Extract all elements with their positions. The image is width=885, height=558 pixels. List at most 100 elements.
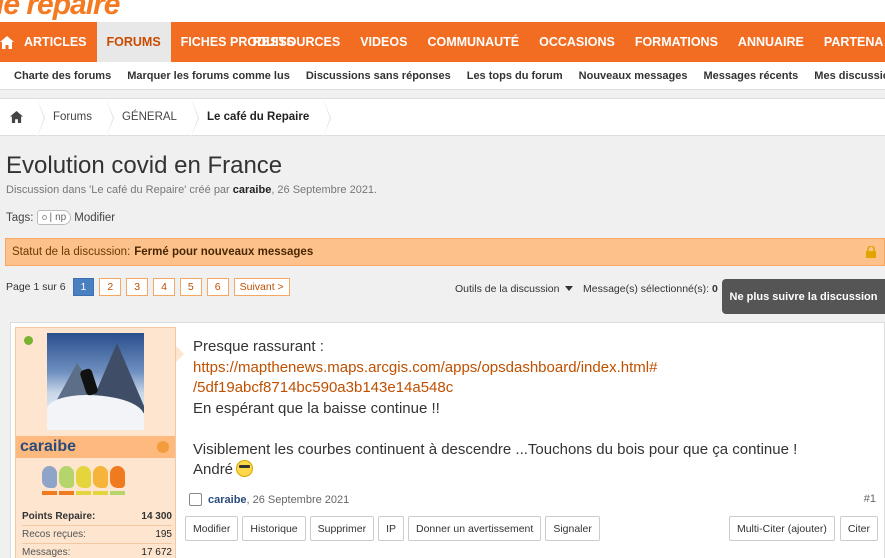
rank-badge (93, 466, 108, 488)
stat-value: 195 (155, 529, 172, 540)
stat-value: 17 672 (141, 547, 172, 558)
unfollow-button[interactable]: Ne plus suivre la discussion (722, 279, 885, 314)
cool-smiley-icon (236, 460, 254, 477)
post-meta: caraibe, 26 Septembre 2021 (189, 493, 349, 506)
nav-communaute[interactable]: COMMUNAUTÉ (417, 22, 529, 62)
sub-nav: Charte des forums Marquer les forums com… (0, 62, 885, 90)
post-permalink[interactable]: #1 (864, 493, 876, 505)
rank-line (93, 491, 108, 495)
page-link-1[interactable]: 1 (72, 278, 95, 296)
page-link-5[interactable]: 5 (179, 278, 202, 296)
rank-badge (59, 466, 74, 488)
breadcrumb-current[interactable]: Le café du Repaire (191, 99, 332, 137)
nav-articles[interactable]: ARTICLES (14, 22, 97, 62)
pagination: Page 1 sur 6 1 2 3 4 5 6 Suivant > (6, 278, 290, 296)
online-status-icon (24, 336, 33, 345)
breadcrumb-home[interactable] (0, 99, 45, 137)
site-logo[interactable]: le repaire (0, 0, 120, 22)
thread-meta: Discussion dans 'Le café du Repaire' cré… (6, 184, 377, 196)
rank-line (59, 491, 74, 495)
quote-button[interactable]: Citer (839, 516, 878, 541)
multi-quote-button[interactable]: Multi-Citer (ajouter) (728, 516, 835, 541)
nav-ressources[interactable]: RESSOURCES (243, 22, 351, 62)
page-link-6[interactable]: 6 (206, 278, 229, 296)
selected-label: Message(s) sélectionné(s): (583, 283, 710, 295)
tag-item[interactable]: | np (36, 210, 72, 225)
page-link-3[interactable]: 3 (126, 278, 149, 296)
rank-badge (110, 466, 125, 488)
stat-recos: Recos reçues: 195 (22, 526, 172, 544)
rank-line (42, 491, 57, 495)
post-signature: André (193, 461, 234, 478)
status-label: Statut de la discussion: (12, 246, 131, 258)
username-bar: caraibe (16, 436, 175, 458)
sub-nav-new-messages[interactable]: Nouveaux messages (571, 70, 696, 82)
edit-button[interactable]: Modifier (185, 516, 239, 541)
tags-label: Tags: (6, 211, 34, 224)
page-title: Evolution covid en France (6, 152, 283, 179)
thread-meta-prefix: Discussion dans 'Le café du Repaire' cré… (6, 184, 233, 196)
stat-label: Recos reçues: (22, 529, 86, 540)
post-body: Presque rassurant : https://mapthenews.m… (193, 337, 873, 481)
selected-count: 0 (712, 283, 718, 295)
status-bar: Statut de la discussion: Fermé pour nouv… (5, 238, 885, 266)
nav-occasions[interactable]: OCCASIONS (529, 22, 625, 62)
stat-messages: Messages: 17 672 (22, 544, 172, 558)
nav-fiches-produits[interactable]: FICHES PRODUITS (171, 22, 295, 62)
post-text-line: Visiblement les courbes continuent à des… (193, 440, 798, 458)
user-stats: Points Repaire: 14 300 Recos reçues: 195… (22, 508, 172, 558)
nav-forums[interactable]: FORUMS (96, 22, 171, 62)
post-author-link[interactable]: caraibe (208, 494, 247, 506)
caret-down-icon (565, 286, 574, 291)
nav-partenaires[interactable]: PARTENA (814, 22, 885, 62)
ip-button[interactable]: IP (378, 516, 404, 541)
post-actions: Modifier Historique Supprimer IP Donner … (185, 516, 600, 541)
history-button[interactable]: Historique (242, 516, 306, 541)
username[interactable]: caraibe (20, 438, 76, 456)
thread-tools-dropdown[interactable]: Outils de la discussion (455, 283, 574, 295)
stat-value: 14 300 (141, 511, 172, 522)
delete-button[interactable]: Supprimer (309, 516, 375, 541)
tag-dot-icon (41, 215, 47, 220)
pagination-label: Page 1 sur 6 (6, 281, 66, 293)
status-value: Fermé pour nouveaux messages (134, 246, 314, 258)
sub-nav-mark-read[interactable]: Marquer les forums comme lus (119, 70, 298, 82)
post-link[interactable]: https://mapthenews.maps.arcgis.com/apps/… (193, 358, 873, 379)
sub-nav-unanswered[interactable]: Discussions sans réponses (298, 70, 459, 82)
tag-value: np (55, 212, 67, 223)
warn-button[interactable]: Donner un avertissement (408, 516, 542, 541)
page-next-button[interactable]: Suivant > (233, 278, 290, 296)
tags-edit-link[interactable]: Modifier (74, 212, 115, 224)
post-actions-right: Multi-Citer (ajouter) Citer (728, 516, 878, 541)
nav-formations[interactable]: FORMATIONS (625, 22, 728, 62)
rank-badges (42, 466, 125, 488)
page-link-2[interactable]: 2 (99, 278, 122, 296)
logo-bar: le repaire (0, 0, 885, 22)
lock-icon (866, 246, 876, 258)
thread-meta-suffix: , 26 Septembre 2021. (271, 184, 378, 196)
nav-home-button[interactable] (0, 22, 14, 62)
nav-videos[interactable]: VIDEOS (350, 22, 417, 62)
report-button[interactable]: Signaler (545, 516, 600, 541)
post-link-continued[interactable]: /5df19abcf8714bc590a3b143e14a548c (193, 378, 873, 399)
post-text-line: Presque rassurant : (193, 338, 324, 355)
rank-line (76, 491, 91, 495)
avatar[interactable] (47, 333, 144, 430)
sub-nav-watched[interactable]: Mes discussions suivies (806, 70, 885, 82)
home-icon (10, 111, 23, 123)
select-post-checkbox[interactable] (189, 493, 202, 506)
sub-nav-tops[interactable]: Les tops du forum (459, 70, 571, 82)
tags-row: Tags: | np Modifier (6, 210, 115, 225)
sub-nav-charte[interactable]: Charte des forums (0, 70, 119, 82)
post-text-line: En espérant que la baisse continue !! (193, 399, 440, 417)
page-link-4[interactable]: 4 (153, 278, 175, 296)
sub-nav-recent-messages[interactable]: Messages récents (696, 70, 807, 82)
thread-author-link[interactable]: caraibe (233, 184, 272, 196)
breadcrumb-general[interactable]: GÉNERAL (106, 99, 199, 137)
nav-annuaire[interactable]: ANNUAIRE (728, 22, 814, 62)
user-card: caraibe Points Repaire: 14 300 Recos reç… (15, 327, 184, 558)
breadcrumb-forums[interactable]: Forums (37, 99, 114, 137)
stat-points: Points Repaire: 14 300 (22, 508, 172, 526)
rank-lines (42, 491, 125, 495)
thread-tools-label: Outils de la discussion (455, 283, 560, 295)
